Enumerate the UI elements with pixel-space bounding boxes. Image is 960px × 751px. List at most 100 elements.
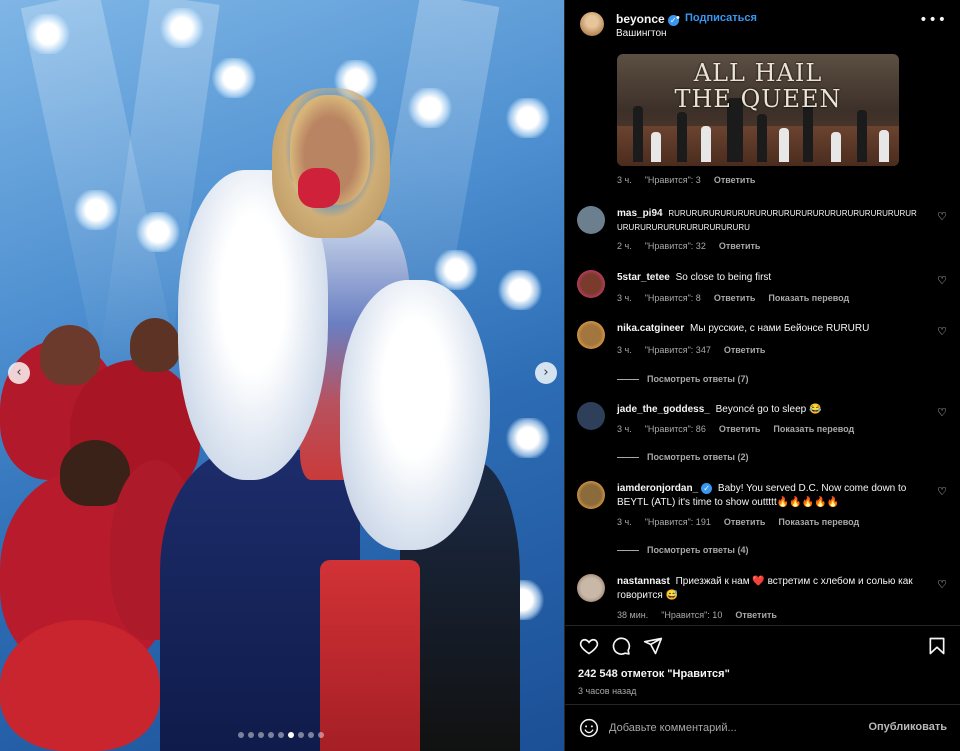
heart-icon[interactable]: ♡ [937,406,947,419]
gif-figure [701,126,711,162]
post-time[interactable]: 3 часов назад [578,686,636,696]
comment-likes[interactable]: "Нравится": 86 [645,424,706,434]
comment-username[interactable]: mas_pi94 [617,208,663,219]
comment-time[interactable]: 3 ч. [617,293,632,303]
comment-likes[interactable]: "Нравится": 32 [645,241,706,251]
likes-count[interactable]: 242 548 отметок "Нравится" [578,668,730,680]
avatar[interactable] [577,402,605,430]
heart-icon[interactable]: ♡ [937,485,947,498]
gif-figure [831,132,841,162]
carousel-dot[interactable] [318,732,324,738]
comment-meta: 3 ч. "Нравится": 86 Ответить Показать пе… [617,424,854,434]
translate-button[interactable]: Показать перевод [773,424,854,434]
heart-icon[interactable] [579,636,599,656]
gif-figure [879,130,889,162]
reply-button[interactable]: Ответить [724,517,766,527]
stage-light [212,58,256,98]
gif-figure [779,128,789,162]
comment-time[interactable]: 2 ч. [617,241,632,251]
comment-text: nastannast Приезжай к нам ❤️ встретим с … [617,575,917,603]
comment-meta: 3 ч. "Нравится": 3 Ответить [617,175,755,185]
comment-time[interactable]: 38 мин. [617,610,648,620]
view-replies-label: Посмотреть ответы (7) [647,374,749,384]
comment-time[interactable]: 3 ч. [617,517,632,527]
gif-figure [677,112,687,162]
publish-button[interactable]: Опубликовать [868,721,947,733]
comment-time[interactable]: 3 ч. [617,175,632,185]
gif-figure [651,132,661,162]
comment-likes[interactable]: "Нравится": 10 [661,610,722,620]
comment-username[interactable]: iamderonjordan_ ✓ [617,483,713,494]
translate-button[interactable]: Показать перевод [768,293,849,303]
more-options-icon[interactable]: ••• [919,12,947,28]
view-replies-button[interactable]: Посмотреть ответы (7) [617,374,748,384]
avatar[interactable] [577,574,605,602]
chevron-left-icon[interactable]: ‹ [8,362,30,384]
bookmark-icon[interactable] [927,636,947,656]
heart-icon[interactable]: ♡ [937,274,947,287]
heart-icon[interactable]: ♡ [937,325,947,338]
post-media[interactable]: ‹ › [0,0,564,751]
heart-icon[interactable]: ♡ [937,578,947,591]
chevron-right-icon[interactable]: › [535,362,557,384]
comment-meta: 3 ч. "Нравится": 8 Ответить Показать пер… [617,293,849,303]
avatar[interactable] [577,321,605,349]
post-panel: beyonce ✓ • Подписаться Вашингтон ••• ALL… [564,0,960,751]
comment-icon[interactable] [611,636,631,656]
carousel-dot[interactable] [248,732,254,738]
share-icon[interactable] [643,636,663,656]
heart-icon[interactable]: ♡ [937,210,947,223]
avatar[interactable] [577,270,605,298]
comment-text: 5star_tetee So close to being first [617,271,917,285]
post-location[interactable]: Вашингтон [616,28,667,39]
stage-light [506,98,550,138]
avatar[interactable] [577,206,605,234]
reply-button[interactable]: Ответить [719,241,761,251]
stage-light [498,270,542,310]
stage-light [408,88,452,128]
carousel-dot[interactable] [288,732,294,738]
comment-username[interactable]: nika.catgineer [617,323,684,334]
stage-light [506,418,550,458]
carousel-dot[interactable] [258,732,264,738]
emoji-icon[interactable] [579,718,599,738]
comment-likes[interactable]: "Нравится": 3 [645,175,701,185]
performer-boots [320,560,420,751]
comment-likes[interactable]: "Нравится": 8 [645,293,701,303]
comment-time[interactable]: 3 ч. [617,424,632,434]
carousel-dot[interactable] [268,732,274,738]
stage-light [160,8,204,48]
reply-button[interactable]: Ответить [719,424,761,434]
view-replies-label: Посмотреть ответы (4) [647,545,749,555]
comment-time[interactable]: 3 ч. [617,345,632,355]
comment-likes[interactable]: "Нравится": 191 [645,517,711,527]
comment-username[interactable]: nastannast [617,576,670,587]
avatar[interactable] [580,12,604,36]
reply-button[interactable]: Ответить [714,175,756,185]
reply-button[interactable]: Ответить [714,293,756,303]
comment-text: iamderonjordan_ ✓ Baby! You served D.C. N… [617,482,917,510]
post-username[interactable]: beyonce ✓ [616,12,679,26]
gif-figure [633,106,643,162]
avatar[interactable] [577,481,605,509]
view-replies-button[interactable]: Посмотреть ответы (2) [617,452,748,462]
translate-button[interactable]: Показать перевод [778,517,859,527]
comment-meta: 3 ч. "Нравится": 191 Ответить Показать п… [617,517,859,527]
reply-button[interactable]: Ответить [724,345,766,355]
comment-username[interactable]: jade_the_goddess_ [617,404,710,415]
comment-likes[interactable]: "Нравится": 347 [645,345,711,355]
carousel-dot[interactable] [298,732,304,738]
comment-meta: 2 ч. "Нравится": 32 Ответить [617,241,760,251]
view-replies-button[interactable]: Посмотреть ответы (4) [617,545,748,555]
dancer-boots [0,620,160,751]
gif-attachment[interactable]: ALL HAIL THE QUEEN [617,54,899,166]
carousel-dot[interactable] [278,732,284,738]
follow-button[interactable]: Подписаться [685,12,757,24]
comment-input[interactable] [609,716,859,740]
comment-username[interactable]: 5star_tetee [617,272,670,283]
performer-feather-coat [340,280,490,550]
reply-button[interactable]: Ответить [735,610,777,620]
carousel-dot[interactable] [308,732,314,738]
verified-badge-icon: ✓ [701,483,713,494]
carousel-dot[interactable] [238,732,244,738]
